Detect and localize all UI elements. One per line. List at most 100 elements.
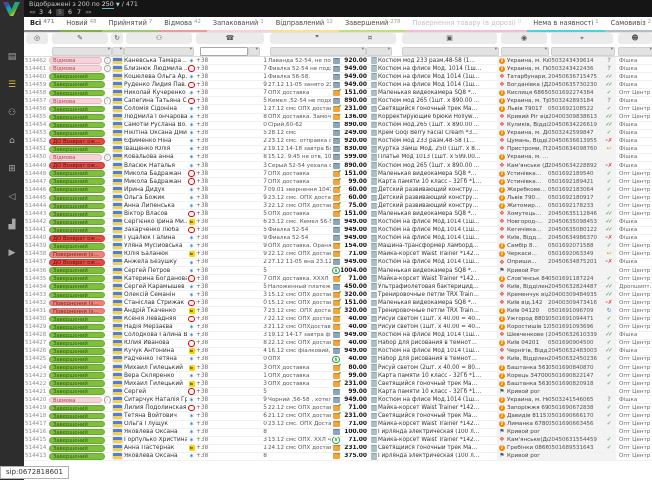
status-badge[interactable]: Завершений [49,324,105,331]
tracking-number[interactable]: 0503243439614 [548,57,602,64]
order-row[interactable]: 514437ДО Возврат ож…Анжела Безушку✶+3822… [24,259,652,267]
tracking-number[interactable]: 20450634098760 [548,146,602,153]
status-badge[interactable]: Завершений [49,340,105,347]
status-badge[interactable]: Завершений [49,388,105,395]
sidebar-reports-icon[interactable]: ▟ [0,218,24,234]
status-badge[interactable]: Завершений [49,186,105,193]
tracking-number[interactable]: 0503242893184 [548,97,602,104]
phone-number[interactable]: +38 [196,421,259,428]
order-row[interactable]: 514432Повернення (з…Станіслав Стрижак+38… [24,299,652,307]
order-row[interactable]: 514423ЗавершенийВера Скляренко✶+381ОПХ д… [24,372,652,380]
phone-number[interactable]: +38 [196,380,259,387]
phone-number[interactable]: +38 [196,283,259,290]
column-header-tag-icon[interactable]: ◎ [26,33,48,44]
phone-number[interactable]: +38 [196,429,259,436]
status-tab[interactable]: Відправлений12 [270,17,339,32]
status-badge[interactable]: Завершений [49,364,105,371]
status-badge[interactable]: Завершений [49,73,105,80]
status-badge[interactable]: Завершений [49,146,105,153]
status-badge[interactable]: Завершений [49,348,105,355]
phone-number[interactable]: +38 [196,97,259,104]
status-tab[interactable]: Всі471 [24,17,60,32]
status-badge[interactable]: Завершений [49,227,105,234]
order-row[interactable]: 514428ЗавершенийСолодкова Галина В..✶+38… [24,332,652,340]
phone-number[interactable]: +38 [196,445,259,452]
sidebar-clients-icon[interactable]: ⚇ [0,106,24,122]
phone-number[interactable]: +38 [196,122,259,129]
order-row[interactable]: 514447ЗавершенийМикола Бадражан+387ОПХ д… [24,178,652,186]
order-row[interactable]: 514417ЗавершенийОльга Глущук✶+38023.12 с… [24,421,652,429]
tracking-number[interactable]: 0501692189540 [548,170,602,177]
tracking-number[interactable]: 0501691094471 [548,316,602,323]
tracking-number[interactable]: 20450632824487 [548,283,602,290]
status-badge[interactable]: Завершений [49,243,105,250]
tracking-number[interactable] [548,267,602,274]
tracking-number[interactable]: 0501692183064 [548,186,602,193]
order-row[interactable]: 514445ЗавершенийОльга Божик✶+38923.12 см… [24,194,652,202]
tracking-number[interactable]: 0501692071588 [548,243,602,250]
status-badge[interactable]: Повернення (з… [49,300,105,307]
phone-number[interactable]: +38 [196,65,259,72]
status-badge[interactable]: Завершений [49,267,105,274]
phone-number[interactable]: +38 [196,324,259,331]
order-row[interactable]: 514448ЗавершенийМикола Бадражан+387ОПХ д… [24,170,652,178]
status-tab[interactable]: Повернення товару (в дорозі)0 [406,17,527,32]
order-row[interactable]: 514442ЗавершенийСергієнко Ірина Ми..lc+3… [24,219,652,227]
tracking-number[interactable]: 20450632610339 [548,332,602,339]
phone-number[interactable]: +38 [196,202,259,209]
sidebar-orders-icon[interactable]: ☰ [0,78,24,94]
order-row[interactable]: 514426ЗавершенийКучук Антонинаlc+38416.1… [24,348,652,356]
order-row[interactable]: 514460ЗавершенийКошелева Ольга Ар..✶+381… [24,73,652,81]
order-row[interactable]: 514419ЗавершенийЛилия Подолинская+38522.… [24,404,652,412]
phone-number[interactable]: +38 [196,235,259,242]
status-badge[interactable]: Завершений [49,413,105,420]
column-header-bag-icon[interactable]: ▣ [402,33,497,44]
phone-number[interactable]: +38 [196,299,259,306]
app-logo-icon[interactable] [3,2,20,16]
status-badge[interactable]: Завершений [49,90,105,97]
tracking-number[interactable]: 20450634228892 [548,162,602,169]
filter-comment-select[interactable] [270,47,366,56]
column-header-money-icon[interactable]: ¤ [344,33,396,44]
status-tab[interactable]: Самовивіз2 [605,17,652,32]
phone-number[interactable]: +38 [196,372,259,379]
filter-mini-select[interactable] [112,47,124,56]
phone-number[interactable]: +38 [196,154,259,161]
sidebar-video-icon[interactable]: ▶ [0,246,24,262]
phone-number[interactable]: +38 [196,332,259,339]
sidebar-announce-icon[interactable]: ◁ [0,190,24,206]
tracking-number[interactable]: 20400309473416 [548,299,602,306]
phone-number[interactable]: +38 [196,105,259,112]
order-row[interactable]: 514458ЗавершенийНиколай Кучеренко✶+387ОП… [24,89,652,97]
tracking-number[interactable]: 0501690840870 [548,364,602,371]
order-row[interactable]: 514420Відмова?Ситарчук Наталія Гр..✶+389… [24,396,652,404]
tracking-number[interactable]: 0501690820918 [548,380,602,387]
status-badge[interactable]: Завершений [49,292,105,299]
tracking-number[interactable]: 0501690672838 [548,404,602,411]
column-header-people-icon[interactable]: ⚇ [126,33,192,44]
tracking-number[interactable]: 20450632450236 [548,356,602,363]
tracking-number[interactable]: 0501692178233 [548,202,602,209]
filter-amount-select[interactable] [366,47,392,56]
last-page-button[interactable]: »» [85,9,91,16]
status-badge[interactable]: Завершений [49,195,105,202]
order-row[interactable]: 514431Повернення (з…Андрій Ткаченкоlc+38… [24,307,652,315]
status-badge[interactable]: ДО Возврат ож… [49,162,105,169]
sidebar-cards-icon[interactable]: ▤ [0,50,24,66]
tracking-number[interactable]: 20450631554459 [548,437,602,444]
order-row[interactable]: 514444ЗавершенийАнна Липенська✶+38322.12… [24,202,652,210]
tracking-number[interactable]: 0501691187224 [548,275,602,282]
status-badge[interactable]: Завершений [49,421,105,428]
order-row[interactable]: 514461Відмова?Близнюк Людмила ..+387Фиал… [24,65,652,73]
sidebar-finance-icon[interactable]: ⌂ [0,134,24,150]
phone-number[interactable]: +38 [196,453,259,460]
column-header-person-icon[interactable]: ☻ [618,33,652,44]
tracking-number[interactable] [548,388,602,395]
order-row[interactable]: 514451ЗавершенийІващенко Юлія✶+38219.12 … [24,146,652,154]
phone-number[interactable]: +38 [196,267,259,274]
status-tab[interactable]: Прийнятий7 [102,17,158,32]
per-page-dropdown[interactable]: 250 [102,1,114,9]
page-button[interactable]: 7 [76,9,82,16]
column-header-pin-icon[interactable]: ◉ [501,33,547,44]
order-row[interactable]: 514416ЗавершенийЯковлева Оксана✶+388100.… [24,429,652,437]
